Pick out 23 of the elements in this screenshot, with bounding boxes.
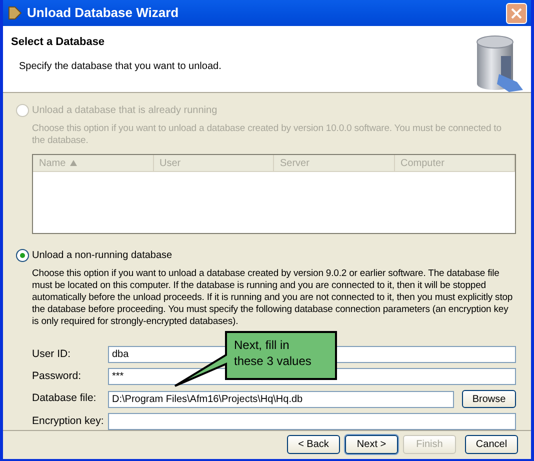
callout-text: these 3 values xyxy=(234,353,312,369)
text-field[interactable]: D:\Program Files\Afm16\Projects\Hq\Hq.db xyxy=(108,390,454,408)
radio-button[interactable] xyxy=(16,249,29,262)
close-icon xyxy=(511,8,522,18)
wizard-button[interactable]: Next > xyxy=(345,435,398,454)
close-button[interactable] xyxy=(506,2,527,24)
option-label: Unload a non-running database xyxy=(32,249,172,263)
field-label: User ID: xyxy=(32,346,72,362)
browse-button[interactable]: Browse xyxy=(462,390,516,408)
app-icon xyxy=(7,5,23,21)
option-description: Choose this option if you want to unload a database created by version 9.0.2 or earlier software. The database file must be located on this computer. If the database is running and you are connected to it, then it will be stopped automatically before the unload proceeds. If it is running and you are not connected to it, then you must explicitly stop the database before proceeding. You must specify the following database connection parameters (an encryption key is only required for strongly-encrypted databases). xyxy=(31,268,514,328)
field-label: Database file: xyxy=(32,391,98,406)
window-title: Unload Database Wizard xyxy=(27,4,180,22)
callout-text: Next, fill in xyxy=(234,337,290,353)
page-subtitle: Specify the database that you want to unload. xyxy=(18,60,222,74)
option-label: Unload a database that is already running xyxy=(32,104,218,118)
field-label: Password: xyxy=(32,368,82,384)
wizard-button[interactable]: < Back xyxy=(287,435,340,454)
option-description: Choose this option if you want to unload a database created by version 10.0.0 software. You must be connected to the database. xyxy=(31,123,502,147)
sort-ascending-icon xyxy=(70,160,77,166)
wizard-button[interactable]: Cancel xyxy=(465,435,518,454)
text-field[interactable] xyxy=(108,413,516,430)
page-title: Select a Database xyxy=(11,35,106,50)
